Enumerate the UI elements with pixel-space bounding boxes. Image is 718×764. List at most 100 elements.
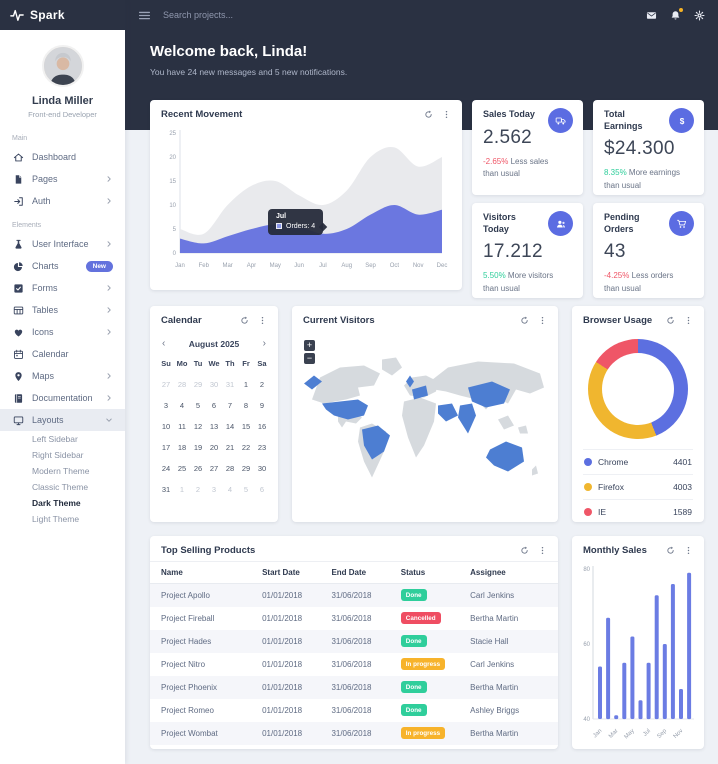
calendar-day[interactable]: 2 xyxy=(190,485,206,494)
sidebar-subitem-left-sidebar[interactable]: Left Sidebar xyxy=(0,431,125,447)
main-content: Welcome back, Linda! You have 24 new mes… xyxy=(125,30,718,764)
calendar-day[interactable]: 30 xyxy=(254,464,270,473)
calendar-day[interactable]: 4 xyxy=(174,401,190,410)
kebab-menu-icon[interactable] xyxy=(684,316,693,325)
user-role: Front-end Developer xyxy=(28,110,97,119)
stat-description: -4.25% Less orders than usual xyxy=(604,271,674,293)
calendar-day[interactable]: 24 xyxy=(158,464,174,473)
sidebar-subitem-modern-theme[interactable]: Modern Theme xyxy=(0,463,125,479)
kebab-menu-icon[interactable] xyxy=(684,546,693,555)
calendar-day[interactable]: 2 xyxy=(254,380,270,389)
calendar-day[interactable]: 27 xyxy=(206,464,222,473)
calendar-prev-icon[interactable]: ‹ xyxy=(160,338,167,349)
calendar-day[interactable]: 30 xyxy=(206,380,222,389)
calendar-day[interactable]: 9 xyxy=(254,401,270,410)
dashboard-grid: Recent Movement 0 5 10 15 20 25 Jan Feb Mar Apr Ma… xyxy=(125,100,718,749)
calendar-day[interactable]: 11 xyxy=(174,422,190,431)
calendar-next-icon[interactable]: › xyxy=(261,338,268,349)
sidebar-subitem-right-sidebar[interactable]: Right Sidebar xyxy=(0,447,125,463)
calendar-day[interactable]: 25 xyxy=(174,464,190,473)
refresh-icon[interactable] xyxy=(520,546,529,555)
calendar-day[interactable]: 22 xyxy=(238,443,254,452)
navbar-bell-icon[interactable] xyxy=(670,7,683,21)
refresh-icon[interactable] xyxy=(240,316,249,325)
card-title: Monthly Sales xyxy=(583,545,647,556)
calendar-day[interactable]: 8 xyxy=(238,401,254,410)
stat-description: 8.35% More earnings than usual xyxy=(604,168,681,190)
refresh-icon[interactable] xyxy=(666,316,675,325)
stat-title: Visitors Today xyxy=(483,212,516,234)
world-map[interactable] xyxy=(292,331,558,512)
stat-cards: Sales Today 2.562 -2.65% Less sales than… xyxy=(472,100,704,298)
calendar-day[interactable]: 7 xyxy=(222,401,238,410)
sidebar-item-documentation[interactable]: Documentation xyxy=(0,387,125,409)
sidebar-item-dashboard[interactable]: Dashboard xyxy=(0,146,125,168)
calendar-day[interactable]: 27 xyxy=(158,380,174,389)
kebab-menu-icon[interactable] xyxy=(538,546,547,555)
calendar-day[interactable]: 4 xyxy=(222,485,238,494)
calendar-day[interactable]: 10 xyxy=(158,422,174,431)
status-badge: Done xyxy=(400,681,427,693)
calendar-day[interactable]: 3 xyxy=(158,401,174,410)
map-zoom-in-button[interactable]: + xyxy=(304,340,315,351)
calendar-day[interactable]: 5 xyxy=(190,401,206,410)
legend-item: IE 1589 xyxy=(583,499,693,524)
weekday-label: Th xyxy=(225,359,235,368)
sidebar-subitem-light-theme[interactable]: Light Theme xyxy=(0,511,125,527)
calendar-day[interactable]: 6 xyxy=(254,485,270,494)
refresh-icon[interactable] xyxy=(666,546,675,555)
sidebar-item-maps[interactable]: Maps xyxy=(0,365,125,387)
calendar-day[interactable]: 1 xyxy=(238,380,254,389)
calendar-day[interactable]: 14 xyxy=(222,422,238,431)
calendar-day[interactable]: 15 xyxy=(238,422,254,431)
calendar-day[interactable]: 21 xyxy=(222,443,238,452)
sidebar-item-icons[interactable]: Icons xyxy=(0,321,125,343)
sidebar-item-tables[interactable]: Tables xyxy=(0,299,125,321)
calendar-day[interactable]: 18 xyxy=(174,443,190,452)
calendar-day[interactable]: 20 xyxy=(206,443,222,452)
calendar-day[interactable]: 19 xyxy=(190,443,206,452)
brand[interactable]: Spark xyxy=(0,0,125,30)
calendar-day[interactable]: 31 xyxy=(222,380,238,389)
calendar-day[interactable]: 17 xyxy=(158,443,174,452)
sidebar-item-forms[interactable]: Forms xyxy=(0,277,125,299)
monitor-icon xyxy=(12,415,24,426)
sidebar-item-auth[interactable]: Auth xyxy=(0,190,125,212)
navbar-envelope-icon[interactable] xyxy=(646,10,657,21)
sidebar-subitem-classic-theme[interactable]: Classic Theme xyxy=(0,479,125,495)
calendar-day[interactable]: 3 xyxy=(206,485,222,494)
kebab-menu-icon[interactable] xyxy=(442,110,451,119)
sidebar-subitem-dark-theme[interactable]: Dark Theme xyxy=(0,495,125,511)
stat-description: 5.50% More visitors than usual xyxy=(483,271,554,293)
calendar-day[interactable]: 26 xyxy=(190,464,206,473)
topbar xyxy=(125,0,718,30)
calendar-day[interactable]: 28 xyxy=(222,464,238,473)
refresh-icon[interactable] xyxy=(520,316,529,325)
kebab-menu-icon[interactable] xyxy=(258,316,267,325)
calendar-day[interactable]: 31 xyxy=(158,485,174,494)
calendar-day[interactable]: 13 xyxy=(206,422,222,431)
calendar-day[interactable]: 16 xyxy=(254,422,270,431)
sidebar-item-layouts[interactable]: Layouts xyxy=(0,409,125,431)
sidebar-item-user-interface[interactable]: User Interface xyxy=(0,233,125,255)
search-input[interactable] xyxy=(163,10,646,20)
sidebar-item-pages[interactable]: Pages xyxy=(0,168,125,190)
calendar-day[interactable]: 5 xyxy=(238,485,254,494)
kebab-menu-icon[interactable] xyxy=(538,316,547,325)
calendar-day[interactable]: 29 xyxy=(190,380,206,389)
hamburger-menu-icon[interactable] xyxy=(138,9,151,22)
navbar-gear-icon[interactable] xyxy=(694,9,705,21)
calendar-day[interactable]: 6 xyxy=(206,401,222,410)
refresh-icon[interactable] xyxy=(424,110,433,119)
calendar-day[interactable]: 23 xyxy=(254,443,270,452)
svg-text:Dec: Dec xyxy=(437,263,448,269)
calendar-day[interactable]: 29 xyxy=(238,464,254,473)
calendar-day[interactable]: 1 xyxy=(174,485,190,494)
legend-color-dot xyxy=(584,458,592,466)
sidebar-item-charts[interactable]: Charts New xyxy=(0,255,125,277)
avatar[interactable] xyxy=(41,45,84,87)
sidebar-item-calendar[interactable]: Calendar xyxy=(0,343,125,365)
calendar-day[interactable]: 12 xyxy=(190,422,206,431)
map-zoom-out-button[interactable]: − xyxy=(304,353,315,364)
calendar-day[interactable]: 28 xyxy=(174,380,190,389)
